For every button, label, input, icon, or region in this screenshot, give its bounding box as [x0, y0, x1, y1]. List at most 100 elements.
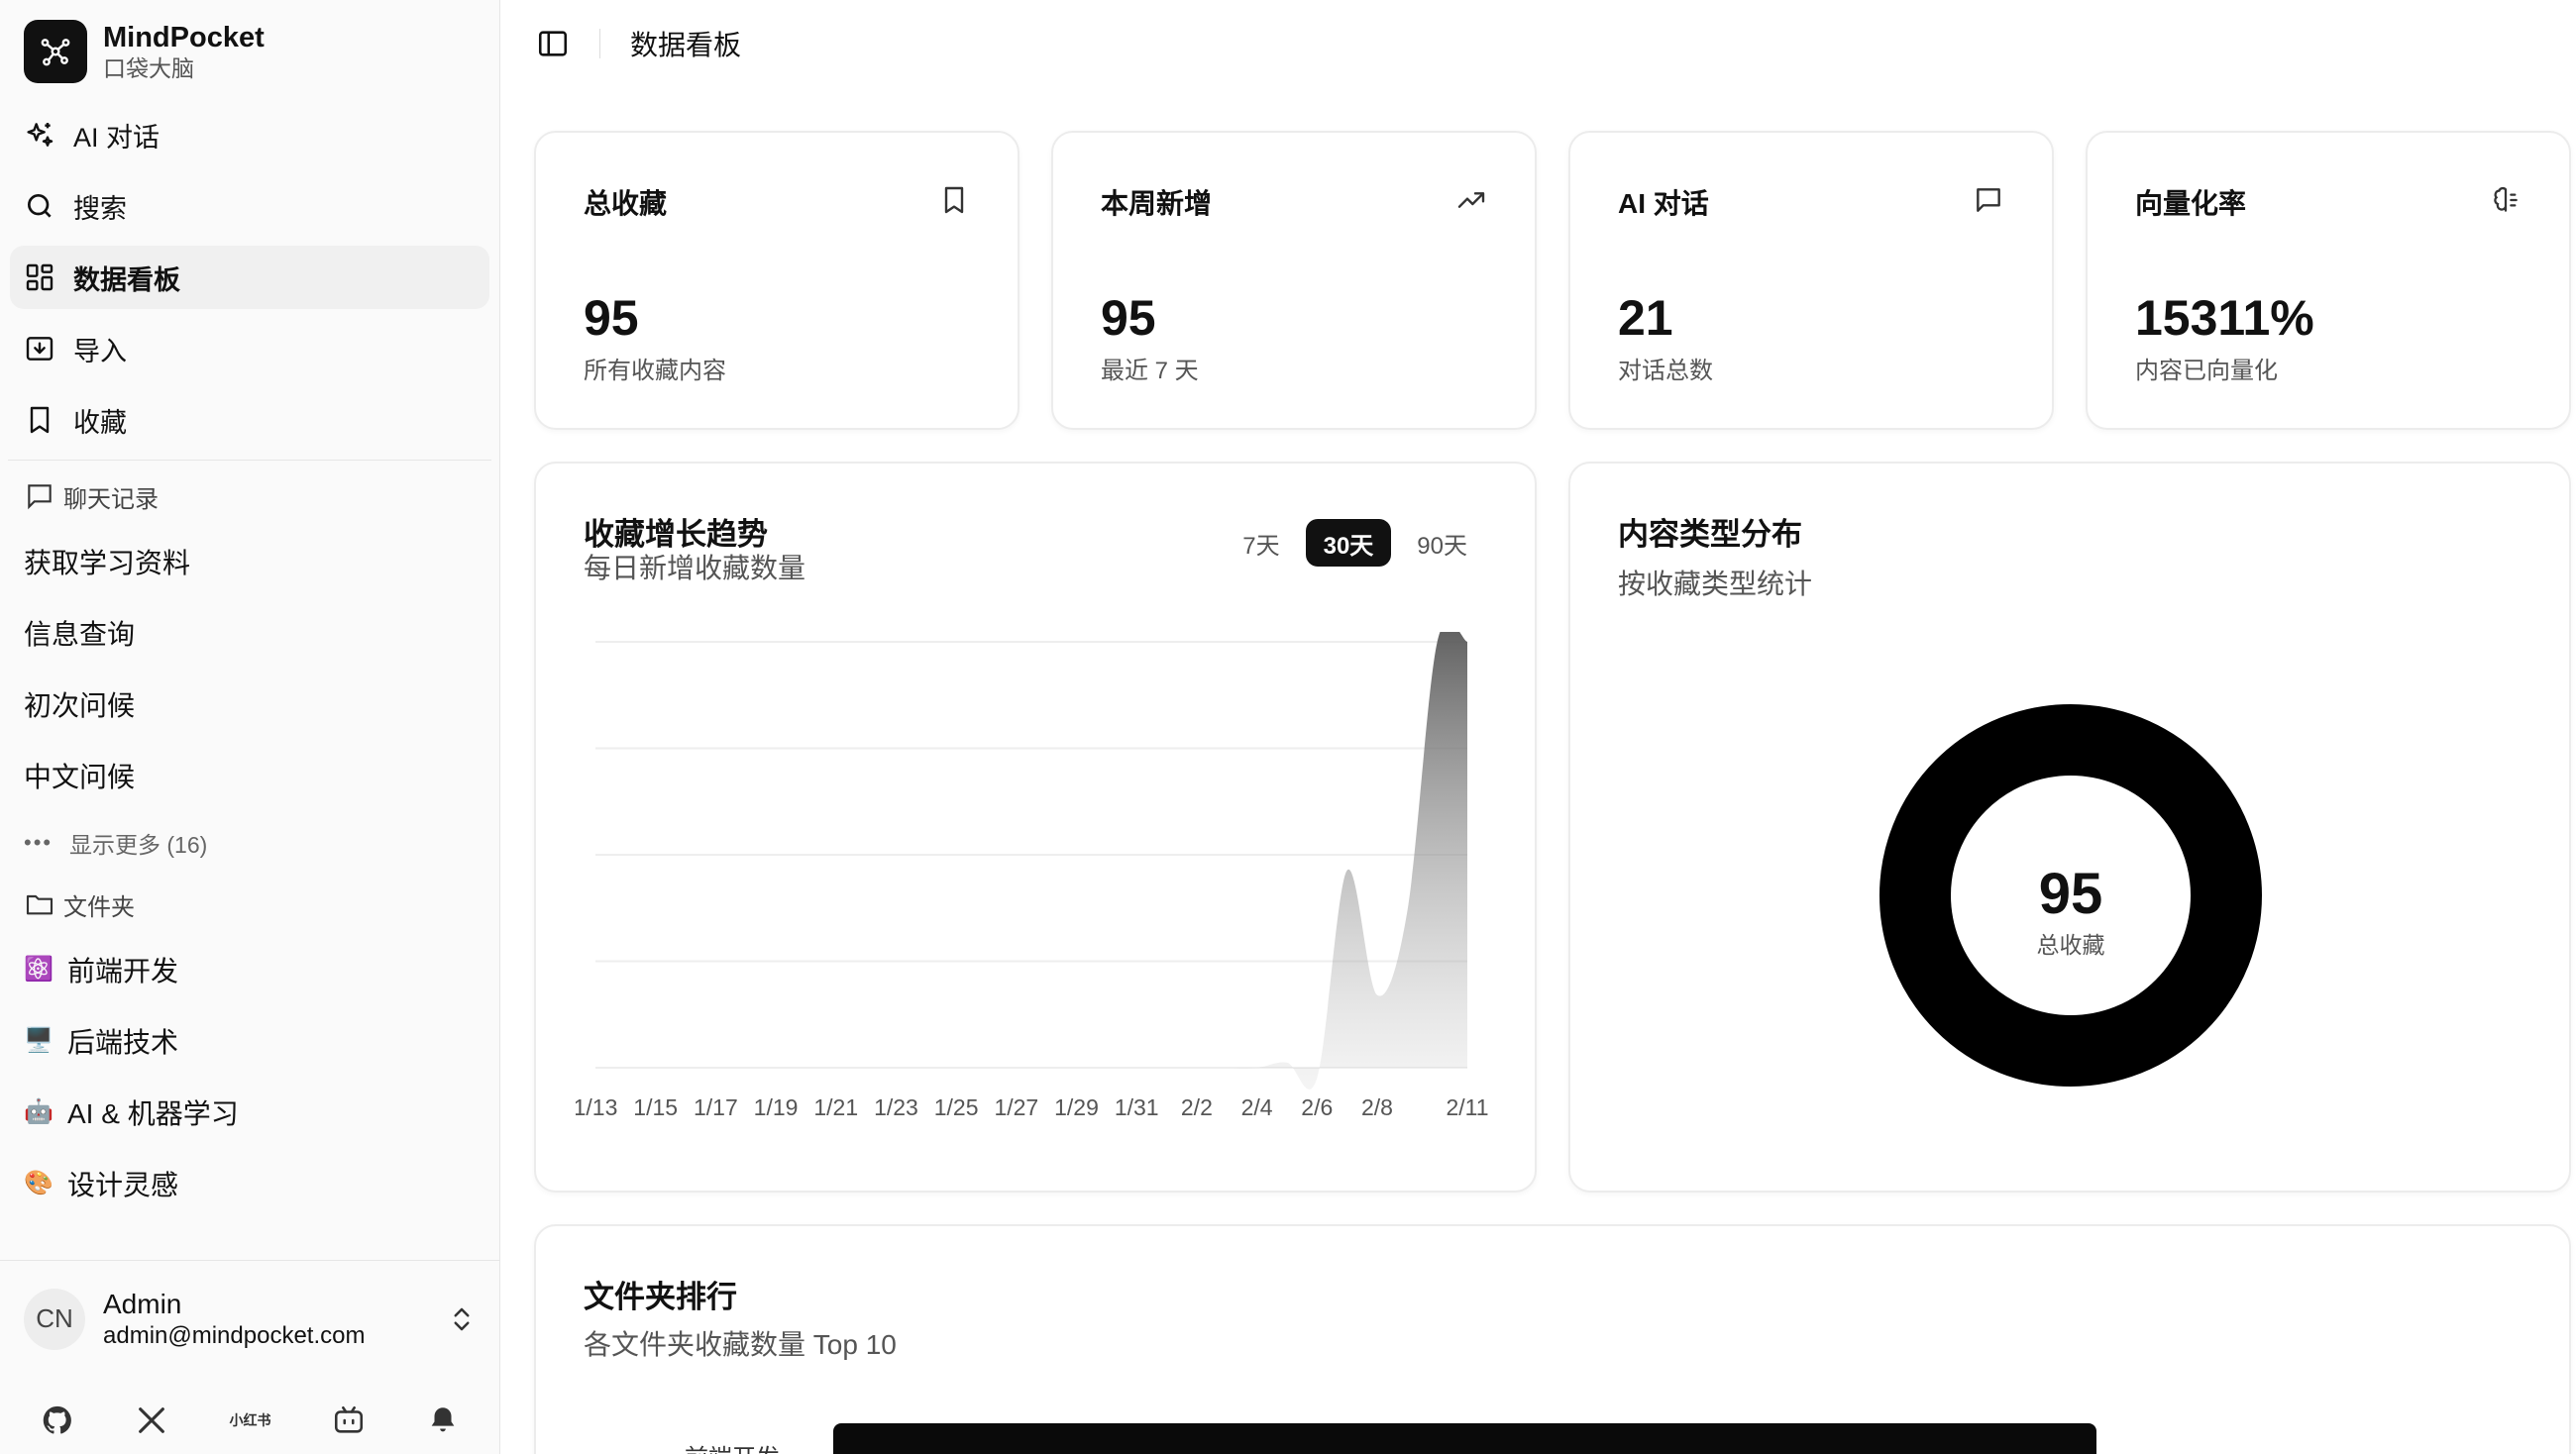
- range-tabs: 7天 30天 90天: [1217, 519, 1485, 567]
- user-name: Admin: [103, 1288, 182, 1319]
- stat-card-weekly: 本周新增 95 最近 7 天: [1051, 131, 1537, 430]
- donut-center-value: 95: [2039, 862, 2103, 926]
- x-tick-label: 1/25: [934, 1094, 979, 1120]
- stat-value: 95: [584, 290, 639, 346]
- folder-label: 设计灵感: [67, 1170, 179, 1200]
- folder-icon: [26, 894, 54, 915]
- page-title: 数据看板: [630, 30, 742, 60]
- x-tick-label: 2/11: [1446, 1094, 1488, 1120]
- folder-item[interactable]: 🤖 AI & 机器学习: [0, 1077, 499, 1148]
- more-dots-icon: •••: [24, 830, 54, 855]
- section-label: 聊天记录: [63, 485, 159, 513]
- x-tick-label: 2/8: [1361, 1094, 1393, 1120]
- stat-title: 本周新增: [1101, 188, 1213, 219]
- brand[interactable]: MindPocket 口袋大脑: [0, 0, 499, 103]
- user-menu[interactable]: CN Admin admin@mindpocket.com: [0, 1260, 499, 1377]
- range-tab-30d[interactable]: 30天: [1305, 519, 1392, 567]
- chevrons-up-down-icon: [454, 1307, 470, 1330]
- folder-item[interactable]: ⚛️ 前端开发: [0, 934, 499, 1005]
- trend-area: [595, 632, 1467, 1090]
- range-tab-7d[interactable]: 7天: [1225, 519, 1297, 567]
- sidebar: MindPocket 口袋大脑 AI 对话 搜索 数据看板 导入 收藏 聊天记录…: [0, 0, 500, 1454]
- nav-import[interactable]: 导入: [10, 317, 489, 380]
- nav-favorites[interactable]: 收藏: [10, 388, 489, 452]
- stat-title: AI 对话: [1618, 188, 1709, 219]
- folder-label: 前端开发: [67, 956, 179, 987]
- brain-icon: [2494, 186, 2518, 212]
- folder-label: 后端技术: [67, 1027, 179, 1058]
- folder-item[interactable]: 🎨 设计灵感: [0, 1148, 499, 1219]
- stat-subtitle: 对话总数: [1618, 358, 1713, 384]
- content-type-donut-chart[interactable]: 95 总收藏: [1570, 464, 2571, 1193]
- chat-history-item[interactable]: 中文问候: [0, 740, 499, 811]
- folder-label: AI & 机器学习: [67, 1098, 239, 1129]
- bilibili-icon[interactable]: [332, 1403, 366, 1437]
- show-more-button[interactable]: ••• 显示更多 (16): [0, 811, 499, 875]
- x-tick-label: 1/13: [576, 1094, 617, 1120]
- chat-history-item[interactable]: 信息查询: [0, 597, 499, 669]
- x-tick-label: 1/15: [633, 1094, 678, 1120]
- content-type-card: 内容类型分布 按收藏类型统计 95 总收藏: [1568, 462, 2571, 1193]
- chat-history-item[interactable]: 初次问候: [0, 669, 499, 740]
- stat-subtitle: 最近 7 天: [1101, 358, 1199, 384]
- nav-label: AI 对话: [73, 122, 161, 153]
- x-tick-label: 2/6: [1301, 1094, 1333, 1120]
- stat-card-ai-chat: AI 对话 21 对话总数: [1568, 131, 2054, 430]
- show-more-label: 显示更多 (16): [69, 832, 208, 858]
- chart-subtitle: 每日新增收藏数量: [584, 553, 806, 583]
- app-name: MindPocket: [103, 22, 265, 53]
- bookmark-icon: [944, 186, 964, 214]
- dashboard-icon: [26, 263, 54, 291]
- bookmark-icon: [30, 406, 50, 434]
- stat-value: 15311%: [2135, 290, 2314, 346]
- x-tick-label: 1/19: [754, 1094, 799, 1120]
- main-nav: AI 对话 搜索 数据看板 导入 收藏: [0, 103, 499, 452]
- chat-history-heading[interactable]: 聊天记录: [0, 467, 499, 526]
- xiaohongshu-icon[interactable]: 小红书: [229, 1410, 270, 1430]
- nav-label: 导入: [73, 336, 127, 366]
- x-tick-label: 1/17: [694, 1094, 738, 1120]
- stat-card-total: 总收藏 95 所有收藏内容: [534, 131, 1020, 430]
- x-tick-label: 1/29: [1054, 1094, 1099, 1120]
- x-tick-label: 1/23: [874, 1094, 918, 1120]
- sparkles-icon: [27, 123, 54, 147]
- x-tick-label: 1/31: [1115, 1094, 1159, 1120]
- stat-value: 95: [1101, 290, 1156, 346]
- github-icon[interactable]: [41, 1403, 74, 1437]
- trending-up-icon: [1457, 192, 1485, 208]
- trend-chart-card: 收藏增长趋势 每日新增收藏数量 7天 30天 90天 1/13 1/15 1/17 1…: [534, 462, 1537, 1193]
- stat-title: 向量化率: [2135, 188, 2247, 219]
- chart-title: 文件夹排行: [584, 1280, 737, 1314]
- nav-ai-chat[interactable]: AI 对话: [10, 103, 489, 166]
- sidebar-toggle-icon[interactable]: [536, 27, 570, 60]
- folder-item[interactable]: 🖥️ 后端技术: [0, 1005, 499, 1077]
- nav-label: 搜索: [73, 193, 127, 224]
- app-subtitle: 口袋大脑: [103, 55, 194, 81]
- stat-card-vector-rate: 向量化率 15311% 内容已向量化: [2086, 131, 2571, 430]
- nav-label: 收藏: [73, 407, 127, 438]
- folder-emoji-icon: 🎨: [24, 1170, 54, 1196]
- x-tick-label: 1/27: [994, 1094, 1038, 1120]
- range-tab-90d[interactable]: 90天: [1399, 519, 1485, 567]
- donut-center-label: 总收藏: [2037, 932, 2105, 958]
- section-label: 文件夹: [63, 893, 135, 921]
- chat-history-item[interactable]: 获取学习资料: [0, 526, 499, 597]
- folder-rank-bar[interactable]: [833, 1423, 2096, 1454]
- nav-search[interactable]: 搜索: [10, 174, 489, 238]
- avatar: CN: [24, 1288, 85, 1350]
- search-icon: [28, 194, 52, 218]
- app-logo-icon: [24, 20, 87, 83]
- trend-area-chart[interactable]: 1/13 1/15 1/17 1/19 1/21 1/23 1/25 1/27 1/29 1/31…: [576, 632, 1507, 1147]
- import-icon: [26, 337, 54, 361]
- x-tick-label: 1/21: [813, 1094, 858, 1120]
- stat-subtitle: 内容已向量化: [2135, 358, 2278, 384]
- x-twitter-icon[interactable]: [135, 1403, 168, 1437]
- divider: [599, 29, 600, 58]
- folders-heading[interactable]: 文件夹: [0, 875, 499, 934]
- top-bar: 数据看板: [500, 0, 2576, 87]
- bell-icon[interactable]: [426, 1403, 460, 1437]
- user-email: admin@mindpocket.com: [103, 1321, 366, 1349]
- nav-dashboard[interactable]: 数据看板: [10, 246, 489, 309]
- folder-emoji-icon: ⚛️: [24, 956, 54, 983]
- stat-value: 21: [1618, 290, 1673, 346]
